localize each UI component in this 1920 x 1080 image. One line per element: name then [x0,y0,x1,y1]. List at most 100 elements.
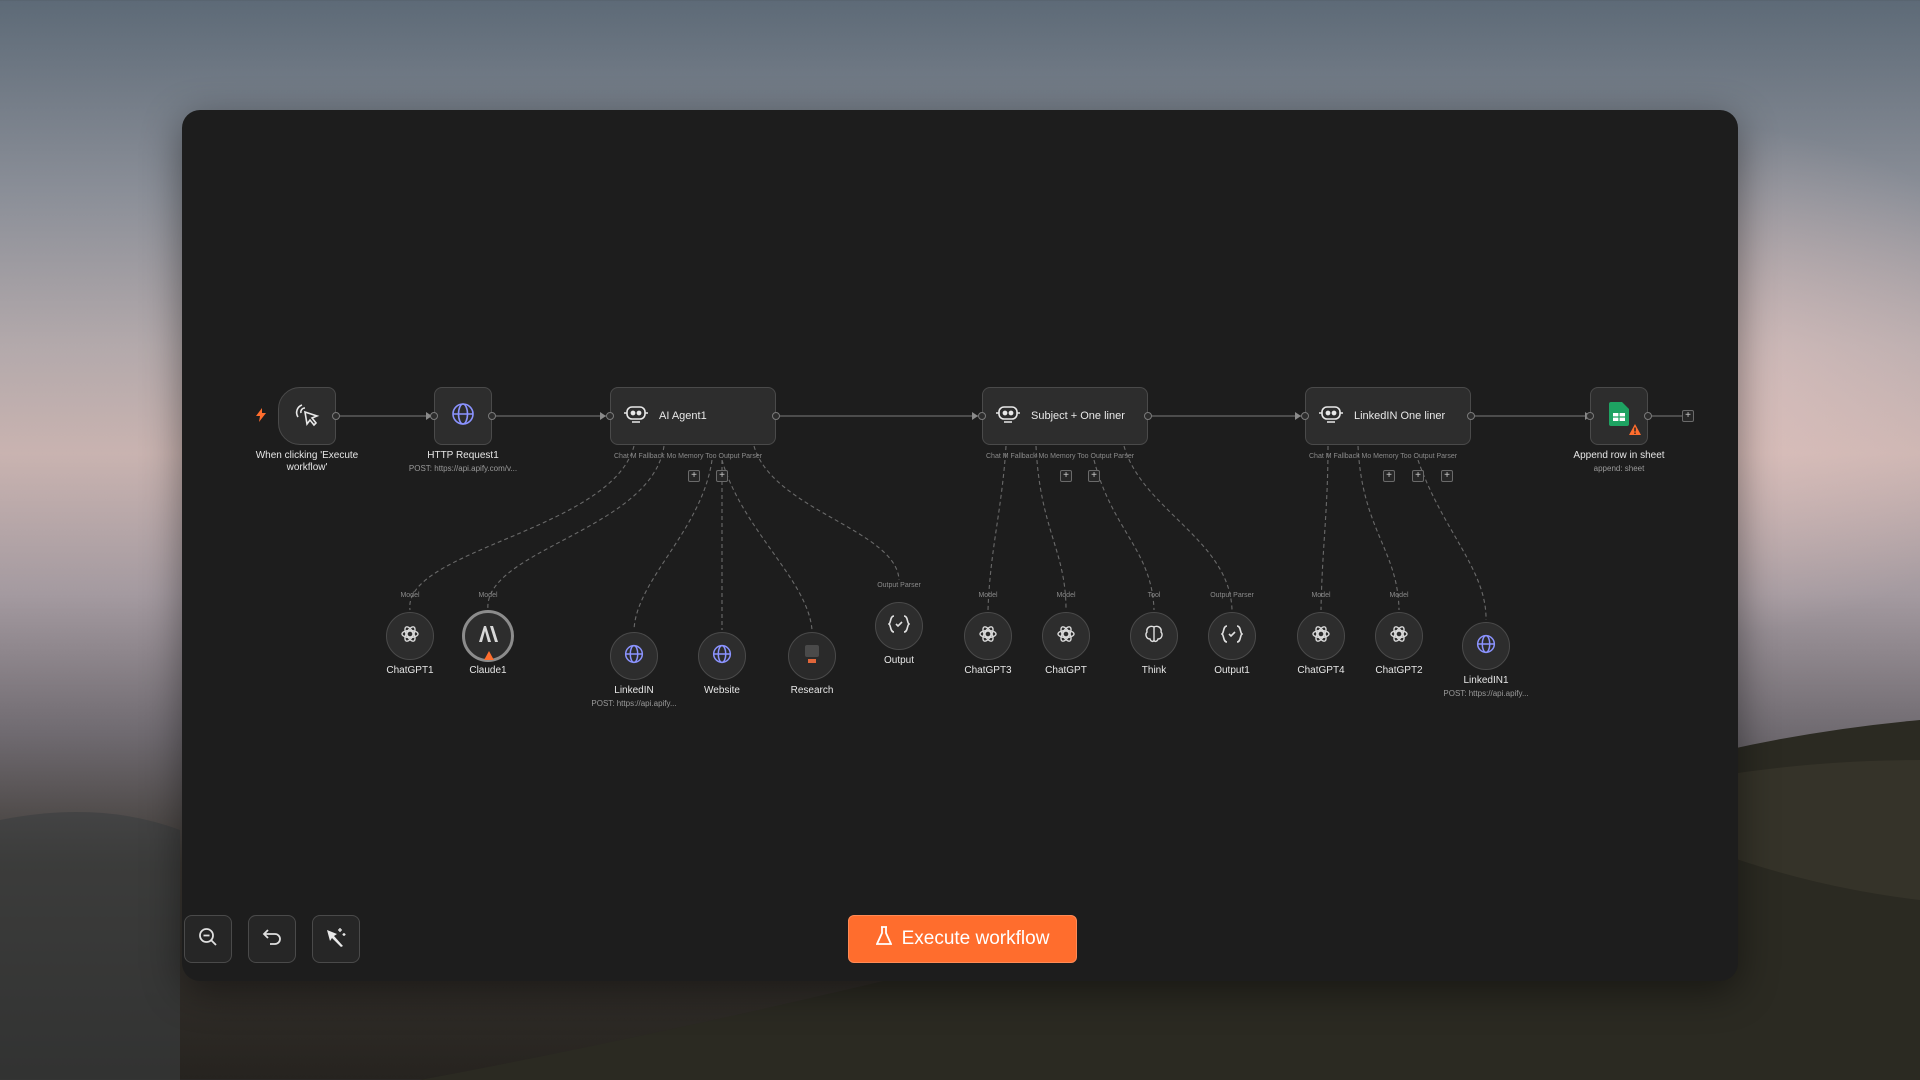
wand-icon [325,926,347,953]
http-request-sublabel: POST: https://api.apify.com/v... [408,464,518,473]
chatgpt4-label: ChatGPT4 [1297,665,1345,676]
chatgpt2-node[interactable] [1375,612,1423,660]
connector-label: Tool [1147,592,1161,599]
brain-icon [1144,625,1164,648]
output1-parser-node[interactable] [1208,612,1256,660]
zoom-out-button[interactable] [184,915,232,963]
robot-icon [995,403,1021,430]
linkedin-label: LinkedIN [614,685,654,696]
execute-workflow-button[interactable]: Execute workflow [848,915,1077,963]
add-memory-button[interactable]: + [688,470,700,482]
http-output-port[interactable] [488,412,496,420]
claude1-node[interactable] [462,610,514,662]
openai-icon [978,624,998,649]
append-row-sheet-node[interactable] [1590,387,1648,445]
chatgpt-node[interactable] [1042,612,1090,660]
google-sheets-icon [1609,401,1629,431]
openai-icon [1311,624,1331,649]
flask-icon [875,926,892,952]
research-tool-node[interactable] [788,632,836,680]
agent3-ports: Chat M Fallback Mo Memory Too Output Par… [1309,453,1458,460]
connector-label: Model [1311,592,1331,599]
agent3-output-port[interactable] [1467,412,1475,420]
zoom-out-icon [198,927,218,952]
http-request-label: HTTP Request1 [427,450,499,461]
chatgpt1-node[interactable] [386,612,434,660]
research-label: Research [790,685,834,696]
trigger-label: When clicking 'Execute workflow' [255,450,359,473]
connector-label: Model [478,592,498,599]
connector-label: Model [1389,592,1409,599]
undo-button[interactable] [248,915,296,963]
linkedin-agent-node[interactable]: LinkedIN One liner [1305,387,1471,445]
linkedin1-label: LinkedIN1 [1463,675,1509,686]
braces-icon [887,614,911,638]
research-icon [802,643,822,670]
agent3-input-port[interactable] [1301,412,1309,420]
linkedin1-tool-node[interactable] [1462,622,1510,670]
anthropic-icon [477,625,499,647]
add-memory-button[interactable]: + [1060,470,1072,482]
think-tool-node[interactable] [1130,612,1178,660]
add-parser-button[interactable]: + [1441,470,1453,482]
add-next-node-button[interactable]: + [1682,410,1694,422]
openai-icon [1056,624,1076,649]
globe-icon [451,402,475,431]
connector-label: Model [1056,592,1076,599]
subject-agent-node[interactable]: Subject + One liner [982,387,1148,445]
agent2-output-port[interactable] [1144,412,1152,420]
connection-lines [336,412,1682,631]
output-label: Output [883,655,915,666]
agent-title: AI Agent1 [659,410,707,422]
add-memory-button[interactable]: + [1383,470,1395,482]
chatgpt2-label: ChatGPT2 [1375,665,1423,676]
warning-icon [484,647,494,665]
agent1-ports: Chat M Fallback Mo Memory Too Output Par… [614,453,763,460]
chatgpt1-label: ChatGPT1 [386,665,434,676]
linkedin-tool-node[interactable] [610,632,658,680]
linkedin-sublabel: POST: https://api.apify... [591,699,677,708]
robot-icon [1318,403,1344,430]
agent1-output-port[interactable] [772,412,780,420]
agent2-ports: Chat M Fallback Mo Memory Too Output Par… [986,453,1135,460]
globe-icon [1476,634,1496,659]
robot-icon [623,403,649,430]
output-parser-node[interactable] [875,602,923,650]
trigger-output-port[interactable] [332,412,340,420]
globe-icon [624,644,644,669]
tidy-up-button[interactable] [312,915,360,963]
chatgpt4-node[interactable] [1297,612,1345,660]
sheet-input-port[interactable] [1586,412,1594,420]
warning-icon [1629,422,1641,440]
chatgpt3-node[interactable] [964,612,1012,660]
braces-icon [1220,624,1244,648]
sheet-output-port[interactable] [1644,412,1652,420]
add-tool-button[interactable]: + [1088,470,1100,482]
connector-label: Output Parser [1210,592,1254,599]
cursor-click-icon [293,400,321,433]
add-tool-button[interactable]: + [716,470,728,482]
sheet-sublabel: append: sheet [1593,464,1645,473]
connector-label: Model [978,592,998,599]
output1-label: Output1 [1214,665,1250,676]
sheet-label: Append row in sheet [1573,450,1665,461]
http-request-node[interactable] [434,387,492,445]
add-tool-button[interactable]: + [1412,470,1424,482]
openai-icon [400,624,420,649]
undo-icon [262,928,282,951]
execute-label: Execute workflow [901,928,1050,949]
website-label: Website [704,685,740,696]
claude1-label: Claude1 [469,665,507,676]
agent2-input-port[interactable] [978,412,986,420]
website-tool-node[interactable] [698,632,746,680]
connector-label: Output Parser [877,582,921,589]
workflow-canvas[interactable]: When clicking 'Execute workflow' HTTP Re… [182,110,1738,981]
agent1-input-port[interactable] [606,412,614,420]
ai-agent-node[interactable]: AI Agent1 [610,387,776,445]
http-input-port[interactable] [430,412,438,420]
chatgpt-label: ChatGPT [1045,665,1087,676]
connector-label: Model [400,592,420,599]
manual-trigger-node[interactable] [278,387,336,445]
linkedin1-sublabel: POST: https://api.apify... [1443,689,1529,698]
agent-title: Subject + One liner [1031,410,1125,422]
